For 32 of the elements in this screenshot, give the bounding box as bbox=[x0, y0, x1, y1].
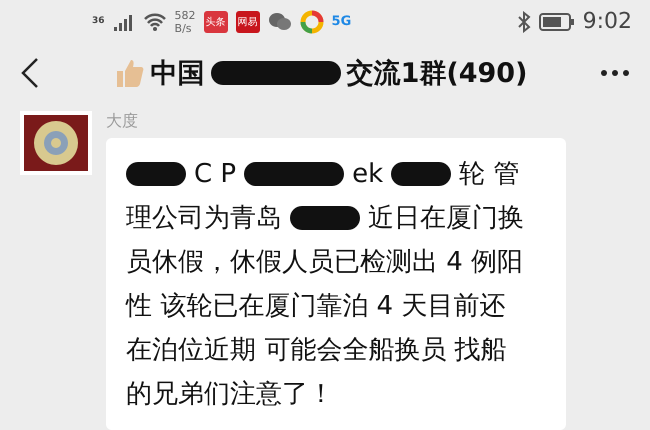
chat-title: 交流1群(490) bbox=[346, 57, 528, 92]
redaction-mark bbox=[391, 162, 452, 186]
message-text-part: 在泊位近期 可能会全船换员 找船 bbox=[126, 334, 507, 367]
message-text-part: 近日在厦门换 bbox=[368, 202, 524, 235]
message-text-part: 轮 管 bbox=[459, 158, 520, 191]
compass-drawing bbox=[32, 119, 80, 167]
message-text-part: 员休假，休假人员已检测出 4 例阳 bbox=[126, 246, 524, 279]
back-icon[interactable] bbox=[20, 57, 40, 90]
message-text-part: C P bbox=[194, 158, 236, 191]
signal-icon bbox=[112, 12, 135, 31]
clock-time: 9:02 bbox=[582, 9, 632, 34]
network-speed: 582 bbox=[174, 8, 196, 22]
wifi-icon bbox=[142, 12, 167, 31]
ring-icon bbox=[300, 10, 324, 34]
chat-icon bbox=[268, 12, 292, 32]
app-icon: 头条 bbox=[204, 10, 228, 33]
redaction-mark bbox=[126, 162, 186, 186]
chat-title: 中国 bbox=[150, 57, 205, 92]
app-icon: 网易 bbox=[236, 10, 260, 33]
network-type: 36 bbox=[92, 16, 105, 26]
more-icon[interactable] bbox=[600, 69, 630, 78]
battery-icon bbox=[538, 12, 575, 32]
redaction-mark bbox=[290, 206, 360, 230]
message-text-part: 的兄弟们注意了！ bbox=[126, 378, 334, 411]
message-text-part: 性 该轮已在厦门靠泊 4 天目前还 bbox=[126, 290, 506, 323]
bluetooth-icon bbox=[516, 10, 531, 33]
message-text-part: 理公司为青岛 bbox=[126, 202, 282, 235]
sender-name: 大度 bbox=[106, 111, 139, 132]
avatar-picture[interactable] bbox=[20, 111, 92, 175]
network-icon: 5G bbox=[332, 14, 352, 30]
message-text-part: ek bbox=[352, 158, 384, 191]
network-speed: B/s bbox=[174, 22, 193, 35]
